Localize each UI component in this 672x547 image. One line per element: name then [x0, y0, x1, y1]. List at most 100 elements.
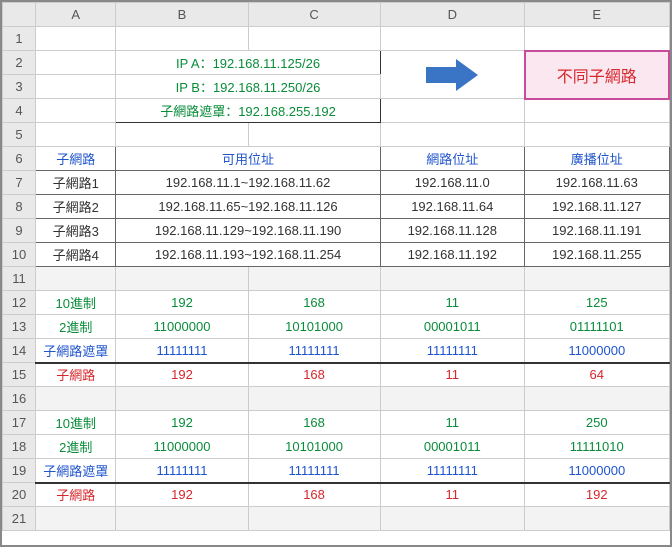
calc2-res-0[interactable]: 192 — [116, 483, 248, 507]
row-21[interactable]: 21 — [3, 507, 36, 531]
subnet-mask-input[interactable]: 子網路遮罩：192.168.255.192 — [116, 99, 380, 123]
table-row-name[interactable]: 子網路1 — [36, 171, 116, 195]
label-dec[interactable]: 10進制 — [36, 411, 116, 435]
cell[interactable] — [36, 51, 116, 75]
calc2-bin-0[interactable]: 11000000 — [116, 435, 248, 459]
cell[interactable] — [116, 123, 248, 147]
calc2-res-3[interactable]: 192 — [525, 483, 670, 507]
cell[interactable] — [380, 507, 524, 531]
row-19[interactable]: 19 — [3, 459, 36, 483]
cell[interactable] — [248, 507, 380, 531]
cell[interactable] — [380, 123, 524, 147]
row-13[interactable]: 13 — [3, 315, 36, 339]
row-16[interactable]: 16 — [3, 387, 36, 411]
calc2-res-1[interactable]: 168 — [248, 483, 380, 507]
row-15[interactable]: 15 — [3, 363, 36, 387]
row-11[interactable]: 11 — [3, 267, 36, 291]
table-row-bcast[interactable]: 192.168.11.255 — [525, 243, 670, 267]
calc1-res-1[interactable]: 168 — [248, 363, 380, 387]
table-row-bcast[interactable]: 192.168.11.191 — [525, 219, 670, 243]
calc2-dec-0[interactable]: 192 — [116, 411, 248, 435]
table-row-name[interactable]: 子網路4 — [36, 243, 116, 267]
calc1-mask-2[interactable]: 11111111 — [380, 339, 524, 363]
cell[interactable] — [36, 27, 116, 51]
label-subnet[interactable]: 子網路 — [36, 483, 116, 507]
row-17[interactable]: 17 — [3, 411, 36, 435]
row-2[interactable]: 2 — [3, 51, 36, 75]
calc1-bin-1[interactable]: 10101000 — [248, 315, 380, 339]
col-C[interactable]: C — [248, 3, 380, 27]
cell[interactable] — [525, 387, 670, 411]
cell[interactable] — [380, 99, 524, 123]
table-row-name[interactable]: 子網路2 — [36, 195, 116, 219]
calc1-mask-1[interactable]: 11111111 — [248, 339, 380, 363]
table-row-usable[interactable]: 192.168.11.129~192.168.11.190 — [116, 219, 380, 243]
calc1-bin-2[interactable]: 00001011 — [380, 315, 524, 339]
col-B[interactable]: B — [116, 3, 248, 27]
cell[interactable] — [36, 507, 116, 531]
calc2-dec-2[interactable]: 11 — [380, 411, 524, 435]
calc2-res-2[interactable]: 11 — [380, 483, 524, 507]
row-9[interactable]: 9 — [3, 219, 36, 243]
cell[interactable] — [248, 123, 380, 147]
calc2-mask-1[interactable]: 11111111 — [248, 459, 380, 483]
table-row-usable[interactable]: 192.168.11.1~192.168.11.62 — [116, 171, 380, 195]
calc1-res-3[interactable]: 64 — [525, 363, 670, 387]
cell[interactable] — [116, 387, 248, 411]
row-7[interactable]: 7 — [3, 171, 36, 195]
calc2-dec-3[interactable]: 250 — [525, 411, 670, 435]
row-3[interactable]: 3 — [3, 75, 36, 99]
cell[interactable] — [525, 507, 670, 531]
col-A[interactable]: A — [36, 3, 116, 27]
calc1-res-0[interactable]: 192 — [116, 363, 248, 387]
row-5[interactable]: 5 — [3, 123, 36, 147]
cell[interactable] — [36, 387, 116, 411]
row-12[interactable]: 12 — [3, 291, 36, 315]
col-D[interactable]: D — [380, 3, 524, 27]
calc2-mask-2[interactable]: 11111111 — [380, 459, 524, 483]
ip-b[interactable]: IP B：192.168.11.250/26 — [116, 75, 380, 99]
hdr-net[interactable]: 網路位址 — [380, 147, 524, 171]
cell[interactable] — [116, 267, 248, 291]
table-row-net[interactable]: 192.168.11.0 — [380, 171, 524, 195]
calc1-mask-3[interactable]: 11000000 — [525, 339, 670, 363]
table-row-bcast[interactable]: 192.168.11.127 — [525, 195, 670, 219]
cell[interactable] — [525, 99, 670, 123]
cell[interactable] — [36, 75, 116, 99]
cell[interactable] — [116, 507, 248, 531]
calc2-mask-3[interactable]: 11000000 — [525, 459, 670, 483]
cell[interactable] — [36, 267, 116, 291]
col-E[interactable]: E — [525, 3, 670, 27]
calc2-bin-2[interactable]: 00001011 — [380, 435, 524, 459]
cell[interactable] — [380, 267, 524, 291]
label-bin[interactable]: 2進制 — [36, 315, 116, 339]
label-bin[interactable]: 2進制 — [36, 435, 116, 459]
cell[interactable] — [248, 387, 380, 411]
cell[interactable] — [525, 267, 670, 291]
calc1-dec-2[interactable]: 11 — [380, 291, 524, 315]
calc2-dec-1[interactable]: 168 — [248, 411, 380, 435]
table-row-net[interactable]: 192.168.11.128 — [380, 219, 524, 243]
cell[interactable] — [380, 387, 524, 411]
cell[interactable] — [248, 27, 380, 51]
row-10[interactable]: 10 — [3, 243, 36, 267]
table-row-bcast[interactable]: 192.168.11.63 — [525, 171, 670, 195]
calc2-bin-3[interactable]: 11111010 — [525, 435, 670, 459]
row-6[interactable]: 6 — [3, 147, 36, 171]
cell[interactable] — [116, 27, 248, 51]
calc1-res-2[interactable]: 11 — [380, 363, 524, 387]
row-4[interactable]: 4 — [3, 99, 36, 123]
label-dec[interactable]: 10進制 — [36, 291, 116, 315]
table-row-name[interactable]: 子網路3 — [36, 219, 116, 243]
cell[interactable] — [525, 27, 670, 51]
label-subnet[interactable]: 子網路 — [36, 363, 116, 387]
result-cell[interactable]: 不同子網路 — [525, 51, 670, 99]
ip-a[interactable]: IP A：192.168.11.125/26 — [116, 51, 380, 75]
table-row-usable[interactable]: 192.168.11.65~192.168.11.126 — [116, 195, 380, 219]
cell[interactable] — [248, 267, 380, 291]
row-20[interactable]: 20 — [3, 483, 36, 507]
label-mask[interactable]: 子網路遮罩 — [36, 339, 116, 363]
row-1[interactable]: 1 — [3, 27, 36, 51]
calc1-bin-3[interactable]: 01111101 — [525, 315, 670, 339]
hdr-subnet[interactable]: 子網路 — [36, 147, 116, 171]
